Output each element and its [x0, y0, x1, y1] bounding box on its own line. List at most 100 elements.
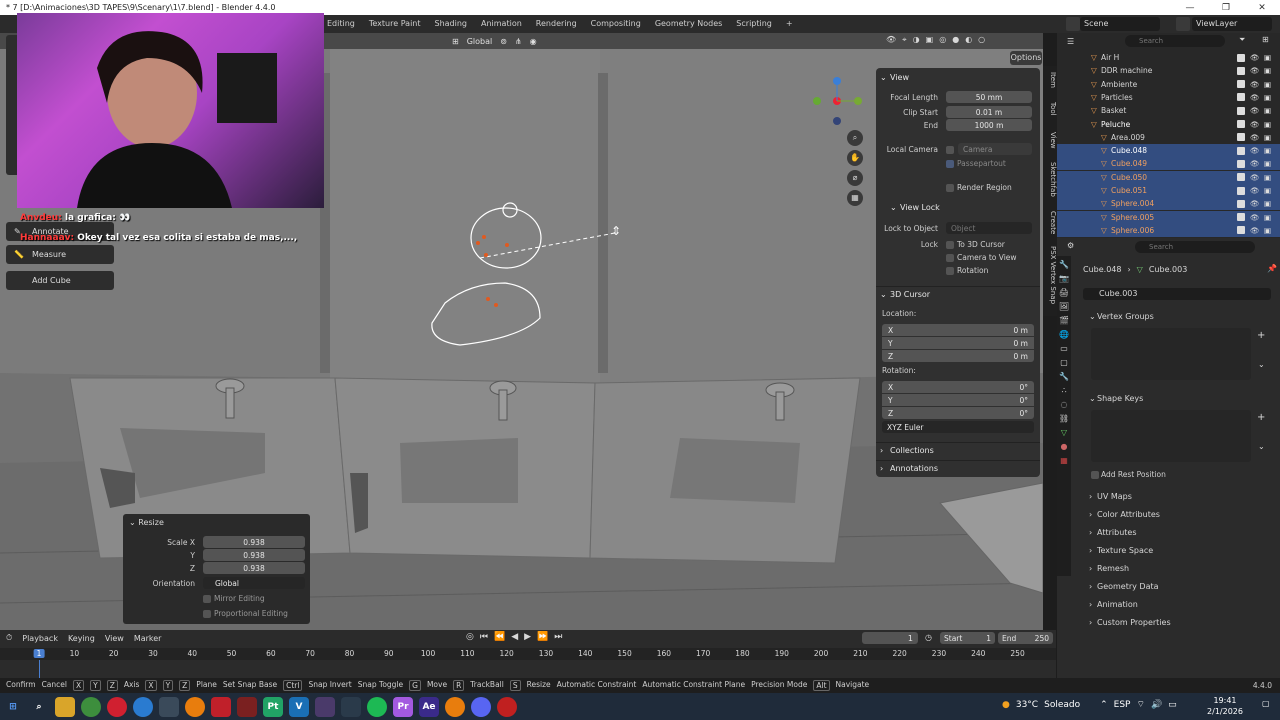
outliner-search-input[interactable]: Search: [1125, 35, 1225, 47]
proportional-editing-checkbox[interactable]: [203, 610, 211, 618]
outliner-row[interactable]: ▽ Sphere.006 👁 ▣: [1057, 223, 1280, 237]
pycharm-icon[interactable]: Pt: [263, 696, 283, 717]
3d-cursor-header[interactable]: ⌄ 3D Cursor: [876, 286, 1040, 302]
render-camera-icon[interactable]: ▣: [1264, 66, 1271, 75]
rendered-shading-icon[interactable]: ○: [978, 35, 985, 47]
add-vertex-group-icon[interactable]: +: [1257, 330, 1265, 341]
filter-icon[interactable]: ⏷: [1239, 35, 1245, 45]
close-button[interactable]: ✕: [1244, 0, 1280, 15]
scene-icon[interactable]: [1066, 17, 1080, 31]
shape-keys-header[interactable]: ⌄ Shape Keys: [1087, 390, 1277, 406]
tab-geometry-nodes[interactable]: Geometry Nodes: [648, 15, 729, 33]
rotation-lock-checkbox[interactable]: [946, 267, 954, 275]
windows-start-icon[interactable]: ⊞: [3, 697, 23, 717]
after-effects-icon[interactable]: Ae: [419, 696, 439, 717]
outliner-row[interactable]: ▽ Air H 👁 ▣: [1057, 51, 1280, 64]
particles-tab-icon[interactable]: ∴: [1061, 386, 1066, 395]
volume-icon[interactable]: 🔊: [1151, 700, 1162, 710]
add-shape-key-icon[interactable]: +: [1257, 412, 1265, 423]
orientation-select[interactable]: Global: [203, 577, 305, 589]
snap-icon[interactable]: ⋔: [511, 37, 526, 46]
cursor-rotation-x-field[interactable]: X 0°: [882, 381, 1034, 393]
add-cube-tool[interactable]: Add Cube: [6, 271, 114, 290]
scene-tab-icon[interactable]: 🎬: [1059, 316, 1069, 325]
premiere-icon[interactable]: Pr: [393, 696, 413, 717]
playhead[interactable]: [39, 660, 40, 678]
pivot-point-icon[interactable]: ⊚: [496, 37, 511, 46]
search-icon[interactable]: ⌕: [29, 697, 49, 717]
render-camera-icon[interactable]: ▣: [1264, 173, 1271, 182]
blender-active-icon[interactable]: [445, 696, 465, 717]
render-camera-icon[interactable]: ▣: [1264, 226, 1271, 235]
outliner-row[interactable]: ▽ Cube.049 👁 ▣: [1057, 157, 1280, 171]
pan-hand-icon[interactable]: ✋: [847, 150, 863, 166]
exclude-checkbox[interactable]: [1237, 146, 1245, 155]
vscode-icon[interactable]: V: [289, 696, 309, 717]
physics-tab-icon[interactable]: ◌: [1061, 400, 1068, 409]
timeline-menu-view[interactable]: View: [105, 634, 124, 643]
visibility-eye-icon[interactable]: 👁: [1250, 93, 1260, 102]
chrome-icon[interactable]: [81, 696, 101, 717]
material-shading-icon[interactable]: ◐: [965, 35, 972, 47]
mirror-editing-checkbox[interactable]: [203, 595, 211, 603]
texture-tab-icon[interactable]: ▦: [1060, 456, 1068, 465]
xray-icon[interactable]: ▣: [926, 35, 934, 47]
new-collection-icon[interactable]: ⊞: [1262, 35, 1269, 44]
minimize-button[interactable]: —: [1172, 0, 1208, 15]
view-lock-header[interactable]: ⌄ View Lock: [876, 199, 1040, 215]
section-remesh[interactable]: › Remesh: [1087, 560, 1277, 576]
zoom-icon[interactable]: ⌕: [847, 130, 863, 146]
exclude-checkbox[interactable]: [1237, 80, 1245, 89]
material-tab-icon[interactable]: ●: [1061, 442, 1068, 451]
mesh-name-field[interactable]: Cube.003: [1083, 288, 1271, 300]
play-reverse-icon[interactable]: ◀: [511, 632, 518, 642]
timeline-menu-keying[interactable]: Keying: [68, 634, 95, 643]
exclude-checkbox[interactable]: [1237, 186, 1245, 195]
visibility-eye-icon[interactable]: 👁: [1250, 173, 1260, 182]
outliner-row[interactable]: ▽ Sphere.004 👁 ▣: [1057, 197, 1280, 211]
sidebar-tab-sketchfab[interactable]: Sketchfab: [1043, 162, 1057, 197]
view-panel-header[interactable]: ⌄ View: [876, 69, 1040, 85]
scale-z-field[interactable]: 0.938: [203, 562, 305, 574]
discord-icon[interactable]: [471, 696, 491, 717]
visibility-eye-icon[interactable]: 👁: [1250, 66, 1260, 75]
outliner-row[interactable]: ▽ Ambiente 👁 ▣: [1057, 78, 1280, 91]
file-explorer-icon[interactable]: [55, 696, 75, 717]
outliner-row[interactable]: ▽ Peluche 👁 ▣: [1057, 118, 1280, 131]
render-camera-icon[interactable]: ▣: [1264, 199, 1271, 208]
outliner-row[interactable]: ▽ Cube.048 👁 ▣: [1057, 144, 1280, 158]
app-icon-1[interactable]: [159, 696, 179, 717]
tab-rendering[interactable]: Rendering: [529, 15, 584, 33]
exclude-checkbox[interactable]: [1237, 66, 1245, 75]
section-color-attributes[interactable]: › Color Attributes: [1087, 506, 1277, 522]
visibility-eye-icon[interactable]: 👁: [1250, 226, 1260, 235]
next-key-icon[interactable]: ⏩: [537, 632, 548, 642]
world-tab-icon[interactable]: 🌐: [1059, 330, 1069, 339]
solid-shading-icon[interactable]: ●: [952, 35, 959, 47]
exclude-checkbox[interactable]: [1237, 93, 1245, 102]
outliner-row[interactable]: ▽ Area.009 👁 ▣: [1057, 131, 1280, 144]
wireframe-shading-icon[interactable]: ◎: [939, 35, 946, 47]
section-geometry-data[interactable]: › Geometry Data: [1087, 578, 1277, 594]
properties-editor-icon[interactable]: ⚙: [1067, 241, 1074, 250]
render-region-checkbox[interactable]: [946, 184, 954, 192]
tab-compositing[interactable]: Compositing: [584, 15, 648, 33]
exclude-checkbox[interactable]: [1237, 159, 1245, 168]
transform-orientation-select[interactable]: Global: [463, 37, 497, 46]
scene-selector[interactable]: Scene: [1080, 17, 1160, 31]
passepartout-checkbox[interactable]: [946, 160, 954, 168]
visibility-eye-icon[interactable]: 👁: [1250, 53, 1260, 62]
exclude-checkbox[interactable]: [1237, 106, 1245, 115]
visibility-eye-icon[interactable]: 👁: [1250, 120, 1260, 129]
outliner-editor-icon[interactable]: ☰: [1067, 37, 1074, 46]
tab-texture-paint[interactable]: Texture Paint: [362, 15, 428, 33]
cursor-location-x-field[interactable]: X 0 m: [882, 324, 1034, 336]
sidebar-tab-tool[interactable]: Tool: [1043, 102, 1057, 116]
wifi-icon[interactable]: ⌔: [1136, 699, 1144, 710]
exclude-checkbox[interactable]: [1237, 213, 1245, 222]
sidebar-tab-item[interactable]: Item: [1043, 72, 1057, 88]
cursor-rotation-y-field[interactable]: Y 0°: [882, 394, 1034, 406]
add-rest-position-checkbox[interactable]: [1091, 471, 1099, 479]
clip-start-field[interactable]: 0.01 m: [946, 106, 1032, 118]
tab-shading[interactable]: Shading: [428, 15, 475, 33]
